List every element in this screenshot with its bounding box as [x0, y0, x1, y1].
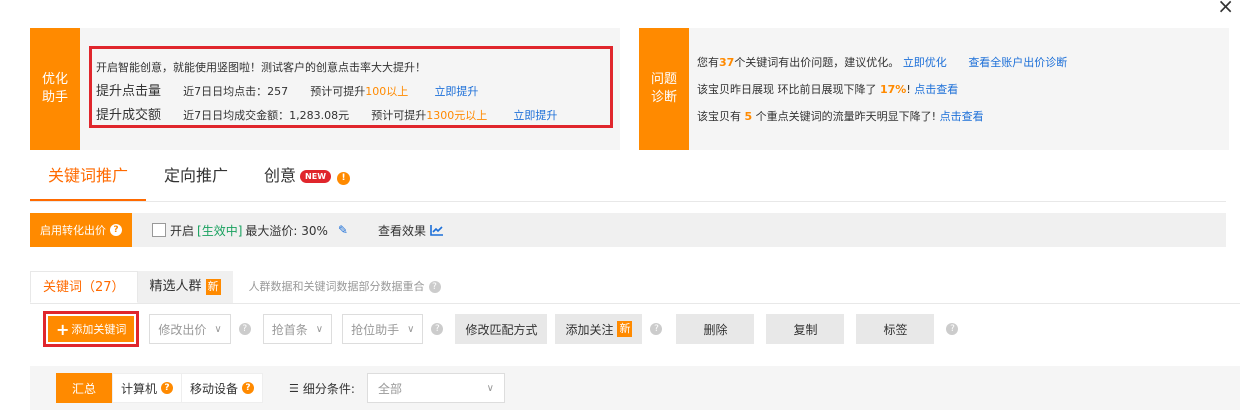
max-premium: 最大溢价: 30% [245, 223, 328, 238]
diagnosis-line2: 该宝贝昨日展现 环比前日展现下降了 17%! 点击查看 [697, 81, 958, 97]
sales-stat: 近7日日均成交金额：1,283.08元 [183, 109, 350, 122]
filter-label: ☰ 细分条件: [289, 380, 355, 397]
diagnosis-line3: 该宝贝有 5 个重点关键词的流量昨天明显下降了! 点击查看 [697, 108, 984, 124]
help-icon[interactable]: ? [650, 323, 663, 335]
diag1-prefix: 您有 [697, 56, 719, 69]
chevron-down-icon: ∨ [214, 323, 222, 335]
sales-boost-title: 提升成交额 [96, 108, 162, 123]
diag2-text: 该宝贝昨日展现 环比前日展现下降了 [697, 83, 877, 96]
status-active: [生效中] [197, 223, 243, 238]
audience-label: 精选人群 [149, 279, 202, 294]
segment-computer[interactable]: 计算机? [112, 373, 182, 403]
modify-bid-label: 修改出价 [158, 322, 207, 337]
optimize-line2: 提升点击量 近7日日均点击：257 预计可提升100以上 立即提升 [96, 80, 478, 99]
tab-targeting-promotion[interactable]: 定向推广 [146, 160, 246, 201]
view-impression-link[interactable]: 点击查看 [914, 83, 958, 96]
keyword-toolbar: + 添加关键词 修改出价 ∨ ? 抢首条 ∨ 抢位助手 ∨ ? 修改匹配方式 添加关注新… [30, 311, 1240, 347]
account-bid-diagnosis-link[interactable]: 查看全账户出价诊断 [968, 56, 1067, 69]
segment-summary[interactable]: 汇总 [56, 373, 113, 403]
diag2-bang: ! [906, 83, 911, 96]
new-tag: 新 [205, 279, 221, 295]
help-icon[interactable]: ? [431, 323, 444, 335]
help-icon[interactable]: ? [428, 281, 441, 293]
filter-label-text: 细分条件: [302, 381, 355, 396]
tab-creative[interactable]: 创意 NEW! [246, 160, 368, 201]
click-boost-link[interactable]: 立即提升 [434, 85, 478, 98]
top-slot-dropdown[interactable]: 抢首条 ∨ [262, 314, 333, 344]
tab-keywords[interactable]: 关键词（27） [30, 271, 138, 303]
add-follow-label: 添加关注 [565, 322, 614, 337]
add-keyword-button[interactable]: + 添加关键词 [48, 316, 135, 342]
chevron-down-icon: ∨ [315, 323, 324, 335]
diagnosis-card: 问题诊断 您有37个关键词有出价问题，建议优化。 立即优化 查看全账户出价诊断 … [639, 28, 1229, 150]
list-icon: ☰ [289, 381, 299, 395]
delete-button[interactable]: 删除 [676, 314, 755, 344]
tab-creative-label: 创意 [264, 166, 297, 185]
view-effect-link[interactable]: 查看效果 [378, 222, 426, 239]
edit-icon[interactable]: ✎ [338, 223, 348, 237]
modify-bid-dropdown[interactable]: 修改出价 ∨ [149, 314, 231, 344]
mobile-label: 移动设备 [190, 381, 239, 396]
overlap-note: 人群数据和关键词数据部分数据重合 [248, 280, 425, 293]
top-slot-label: 抢首条 [271, 322, 308, 337]
segment-mobile[interactable]: 移动设备? [181, 373, 264, 403]
enable-checkbox[interactable] [152, 223, 166, 237]
help-icon[interactable]: ? [110, 224, 122, 236]
optimize-line3: 提升成交额 近7日日均成交金额：1,283.08元 预计可提升1300元以上 立… [96, 104, 557, 123]
view-traffic-link[interactable]: 点击查看 [940, 110, 984, 123]
enable-conversion-bid-button[interactable]: 启用转化出价? [30, 213, 132, 247]
sales-boost-link[interactable]: 立即提升 [513, 109, 557, 122]
computer-label: 计算机 [121, 381, 158, 396]
diagnosis-tag: 问题诊断 [639, 28, 689, 150]
rank-assist-label: 抢位助手 [351, 322, 400, 337]
tag-button[interactable]: 标签 [856, 314, 935, 344]
rank-assist-dropdown[interactable]: 抢位助手 ∨ [342, 314, 424, 344]
new-tag: 新 [617, 321, 633, 337]
close-icon[interactable]: × [1217, 0, 1234, 18]
optimize-tag: 优化助手 [30, 28, 80, 150]
diag3-count: 5 [744, 110, 753, 123]
new-badge: NEW [300, 170, 332, 183]
click-predict-prefix: 预计可提升 [310, 85, 366, 98]
optimize-line1: 开启智能创意，就能使用竖图啦！测试客户的创意点击率大大提升！ [96, 61, 426, 74]
add-keyword-label: 添加关键词 [71, 323, 127, 336]
filter-value: 全部 [377, 381, 402, 396]
diag2-pct: 17% [880, 83, 907, 96]
click-predict-value: 100以上 [365, 85, 409, 98]
optimize-assistant-card: 优化助手 开启智能创意，就能使用竖图啦！测试客户的创意点击率大大提升！ 提升点击… [30, 28, 620, 150]
diag3-prefix: 该宝贝有 [697, 110, 741, 123]
click-boost-title: 提升点击量 [96, 84, 162, 99]
plus-icon: + [56, 319, 70, 339]
tab-selected-audience[interactable]: 精选人群新 [137, 271, 233, 303]
chevron-down-icon: ∨ [407, 323, 415, 335]
chart-icon[interactable] [430, 224, 444, 236]
chevron-down-icon: ∨ [486, 382, 494, 394]
enable-label: 开启 [170, 223, 195, 238]
add-keyword-highlight: + 添加关键词 [43, 311, 140, 347]
add-follow-button[interactable]: 添加关注新 [555, 314, 643, 344]
help-icon[interactable]: ? [242, 382, 255, 394]
optimize-now-link[interactable]: 立即优化 [903, 56, 947, 69]
help-icon[interactable]: ? [161, 382, 174, 394]
device-segment-row: 汇总 计算机? 移动设备? ☰ 细分条件: 全部 ∨ [30, 366, 1240, 410]
info-icon[interactable]: ! [337, 172, 351, 185]
diag3-suffix: 个重点关键词的流量昨天明显下降了! [755, 110, 937, 123]
main-tabs: 关键词推广 定向推广 创意 NEW! [30, 160, 1226, 202]
diag1-count: 37 [719, 56, 735, 69]
sales-predict-prefix: 预计可提升 [371, 109, 427, 122]
click-stat: 近7日日均点击：257 [183, 85, 289, 98]
tab-keyword-promotion[interactable]: 关键词推广 [30, 160, 147, 201]
conversion-bid-bar: 启用转化出价? 开启 [生效中] 最大溢价: 30% ✎ 查看效果 [30, 213, 1226, 247]
filter-dropdown[interactable]: 全部 ∨ [366, 373, 505, 403]
sales-predict-value: 1300元以上 [426, 109, 488, 122]
modify-match-button[interactable]: 修改匹配方式 [455, 314, 548, 344]
help-icon[interactable]: ? [238, 323, 251, 335]
diag1-suffix: 个关键词有出价问题，建议优化。 [734, 56, 900, 69]
help-icon[interactable]: ? [946, 323, 959, 335]
copy-button[interactable]: 复制 [766, 314, 845, 344]
diagnosis-line1: 您有37个关键词有出价问题，建议优化。 立即优化 查看全账户出价诊断 [697, 54, 1067, 70]
sub-tabs: 关键词（27） 精选人群新 人群数据和关键词数据部分数据重合 ? [30, 271, 1240, 304]
conversion-button-label: 启用转化出价 [40, 224, 106, 237]
